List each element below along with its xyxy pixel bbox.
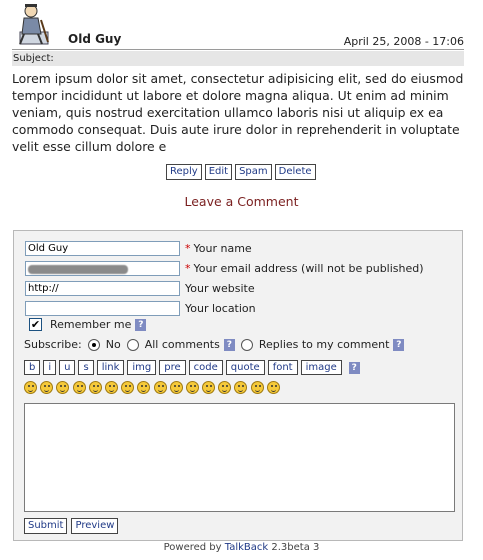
underline-button[interactable]: u <box>59 360 76 375</box>
powered-prefix: Powered by <box>163 542 222 553</box>
name-label-text: Your name <box>193 241 252 255</box>
location-row: Your location <box>25 300 256 316</box>
smiley-icon[interactable] <box>202 381 216 394</box>
reply-button[interactable]: Reply <box>166 164 202 180</box>
code-button[interactable]: code <box>188 360 223 375</box>
image-button[interactable]: image <box>300 360 342 375</box>
smiley-icon[interactable] <box>250 381 264 394</box>
submit-button[interactable]: Submit <box>24 518 68 534</box>
subject-label: Subject: <box>13 53 54 64</box>
smiley-icon[interactable] <box>56 381 70 394</box>
email-label: * Your email address (will not be publish… <box>185 262 424 275</box>
spam-button[interactable]: Spam <box>235 164 272 180</box>
comment-date: April 25, 2008 - 17:06 <box>343 35 464 48</box>
comment-author: Old Guy <box>68 32 122 46</box>
pre-button[interactable]: pre <box>159 360 186 375</box>
smiley-icon[interactable] <box>169 381 183 394</box>
smiley-icon[interactable] <box>185 381 199 394</box>
preview-button[interactable]: Preview <box>71 518 119 534</box>
subject-bar: Subject: <box>12 51 464 66</box>
remember-checkbox[interactable]: ✔ <box>29 318 42 331</box>
comment-actions: Reply Edit Spam Delete <box>166 164 316 180</box>
redacted-email <box>28 264 128 274</box>
message-textarea[interactable] <box>24 403 455 512</box>
remember-row: ✔ Remember me ? <box>29 318 147 331</box>
leave-comment-heading: Leave a Comment <box>184 194 299 209</box>
subscribe-label: Subscribe: <box>24 338 82 351</box>
smiley-icon[interactable] <box>88 381 102 394</box>
avatar <box>14 2 54 46</box>
talkback-link[interactable]: TalkBack <box>225 542 268 553</box>
submit-row: Submit Preview <box>24 518 119 534</box>
link-button[interactable]: link <box>96 360 125 375</box>
smiley-icon[interactable] <box>266 381 280 394</box>
edit-button[interactable]: Edit <box>204 164 233 180</box>
quote-button[interactable]: quote <box>225 360 265 375</box>
img-button[interactable]: img <box>127 360 157 375</box>
location-field[interactable] <box>25 300 180 316</box>
subscribe-no-radio[interactable] <box>87 338 100 351</box>
smiley-icon[interactable] <box>218 381 232 394</box>
italic-button[interactable]: i <box>43 360 57 375</box>
smiley-icon[interactable] <box>153 381 167 394</box>
comment-body: Lorem ipsum dolor sit amet, consectetur … <box>12 71 464 154</box>
delete-button[interactable]: Delete <box>274 164 316 180</box>
smiley-icon[interactable] <box>72 381 86 394</box>
bold-button[interactable]: b <box>24 360 41 375</box>
smiley-icon[interactable] <box>234 381 248 394</box>
subscribe-replies-radio[interactable] <box>240 338 253 351</box>
subscribe-all-radio[interactable] <box>126 338 139 351</box>
location-label: Your location <box>185 301 256 315</box>
required-mark: * <box>185 241 191 255</box>
name-field[interactable] <box>25 240 180 256</box>
subscribe-no-label: No <box>105 338 121 351</box>
strike-button[interactable]: s <box>78 360 94 375</box>
old-man-avatar-icon <box>19 4 49 45</box>
email-field[interactable] <box>25 260 180 276</box>
subscribe-row: Subscribe: No All comments ? Replies to … <box>24 338 405 351</box>
version: 2.3beta 3 <box>271 542 320 553</box>
smiley-icon[interactable] <box>137 381 151 394</box>
required-mark: * <box>185 261 191 275</box>
remember-help-icon[interactable]: ? <box>135 318 147 331</box>
subscribe-all-help-icon[interactable]: ? <box>223 338 235 351</box>
name-label: * Your name <box>185 242 252 255</box>
email-label-text: Your email address (will not be publishe… <box>193 261 424 275</box>
subscribe-replies-label: Replies to my comment <box>258 338 390 351</box>
subscribe-replies-help-icon[interactable]: ? <box>393 338 405 351</box>
font-button[interactable]: font <box>267 360 298 375</box>
powered-by: Powered by TalkBack 2.3beta 3 <box>0 542 483 553</box>
smiley-icon[interactable] <box>24 381 37 394</box>
comment-header: Old Guy April 25, 2008 - 17:06 <box>12 2 464 50</box>
remember-label: Remember me <box>50 318 132 331</box>
subscribe-all-label: All comments <box>144 338 220 351</box>
website-field[interactable] <box>25 280 180 296</box>
smiley-icon[interactable] <box>40 381 54 394</box>
smiley-icon[interactable] <box>104 381 118 394</box>
email-row: * Your email address (will not be publish… <box>25 260 424 276</box>
website-row: Your website <box>25 280 255 296</box>
smiley-icon[interactable] <box>121 381 135 394</box>
smiley-bar <box>24 381 280 394</box>
toolbar-help-icon[interactable]: ? <box>348 361 360 374</box>
name-row: *Your name <box>25 240 252 256</box>
website-label: Your website <box>185 281 255 295</box>
format-toolbar: b i u s link img pre code quote font ima… <box>24 360 360 375</box>
